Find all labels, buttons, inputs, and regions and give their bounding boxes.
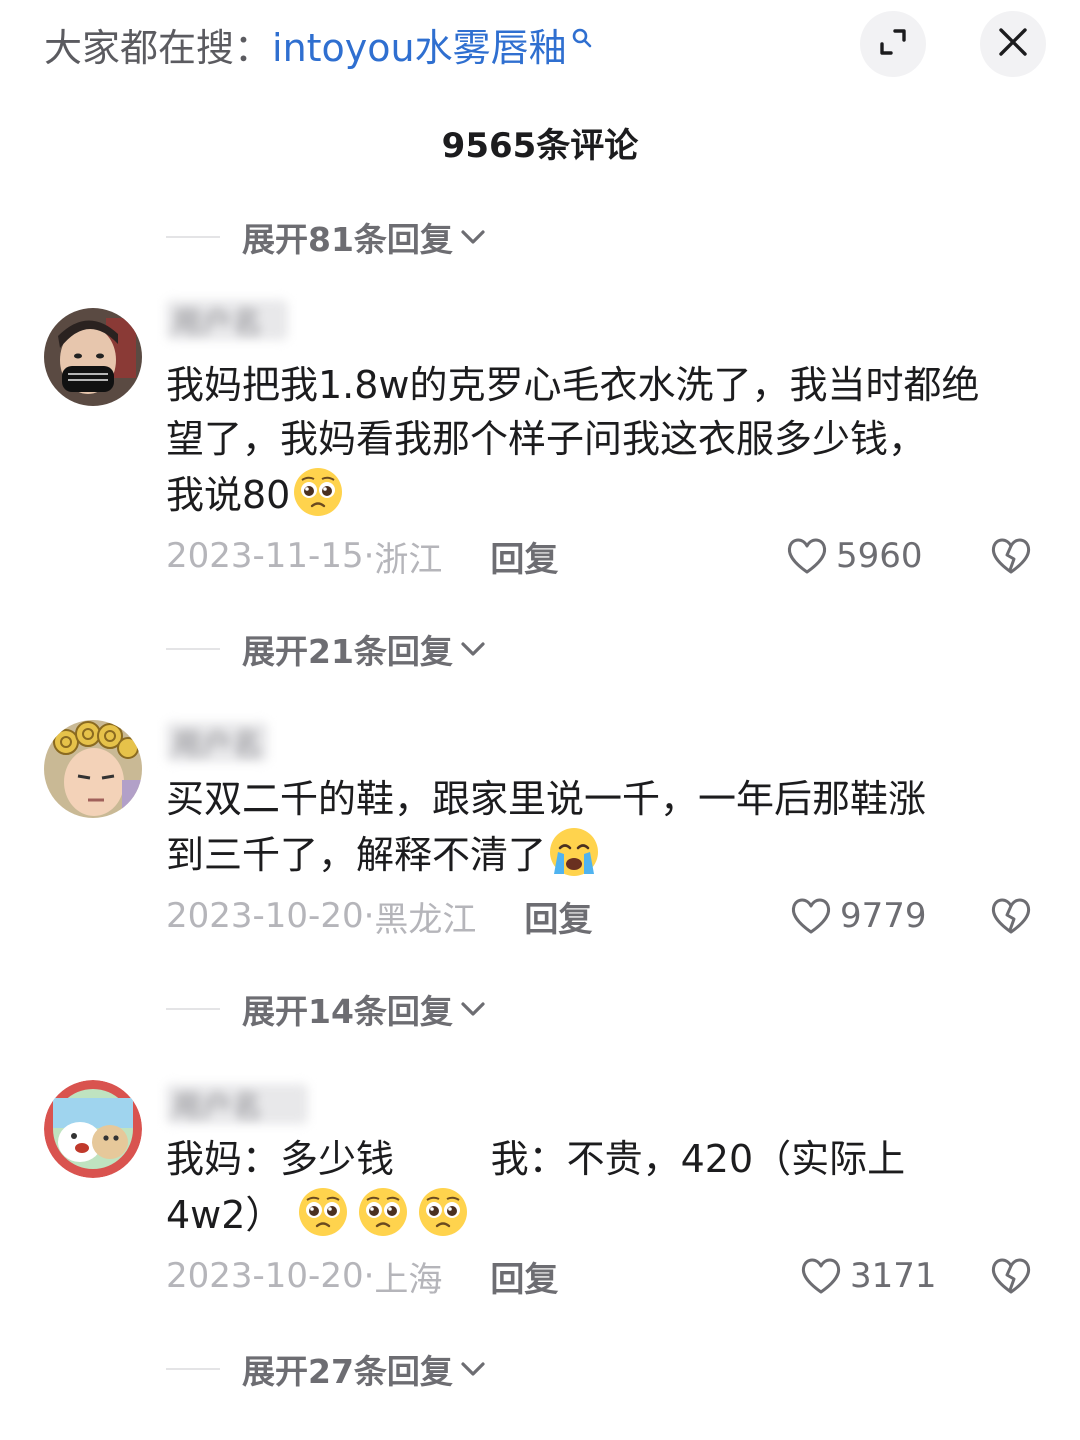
heart-icon xyxy=(791,898,831,934)
expand-replies-button[interactable]: 展开81条回复 xyxy=(166,212,487,262)
comment-text-line: 我妈把我1.8w的克罗心毛衣水洗了，我当时都绝 xyxy=(166,363,980,407)
search-suggestion-keyword[interactable]: intoyou水雾唇釉 xyxy=(272,17,567,72)
comment-text-line: 到三千了，解释不清了 xyxy=(166,826,1046,882)
expand-replies-label: 展开81条回复 xyxy=(242,220,453,259)
like-button[interactable]: 5960 xyxy=(786,531,923,581)
expand-replies-label: 展开21条回复 xyxy=(242,632,453,671)
chevron-down-icon xyxy=(459,999,487,1023)
broken-heart-icon xyxy=(991,538,1031,574)
username[interactable]: 用户名 xyxy=(166,1084,308,1125)
expand-replies-button[interactable]: 展开27条回复 xyxy=(166,1344,487,1394)
search-suggestion[interactable]: 大家都在搜： intoyou水雾唇釉 xyxy=(44,18,593,70)
avatar[interactable] xyxy=(44,308,142,406)
expand-replies-label: 展开14条回复 xyxy=(242,992,453,1031)
reply-button[interactable]: 回复 xyxy=(490,1252,558,1301)
chevron-down-icon xyxy=(459,639,487,663)
comment-location: 黑龙江 xyxy=(374,899,477,940)
comment-text-fragment: 到三千了，解释不清了 xyxy=(166,833,547,877)
like-count: 5960 xyxy=(836,536,923,576)
like-count: 9779 xyxy=(840,896,927,936)
expand-icon xyxy=(876,25,910,63)
expand-replies-button[interactable]: 展开14条回复 xyxy=(166,984,487,1034)
divider-line xyxy=(166,236,220,238)
dislike-button[interactable] xyxy=(986,1251,1036,1301)
pleading-face-emoji-icon xyxy=(359,1188,408,1236)
search-suggestion-prefix: 大家都在搜： xyxy=(44,25,273,70)
like-count: 3171 xyxy=(850,1256,937,1296)
crying-face-emoji-icon xyxy=(550,828,599,876)
expand-button[interactable] xyxy=(860,11,926,77)
comment-text-line: 4w2） xyxy=(166,1186,1046,1242)
chevron-down-icon xyxy=(459,1359,487,1383)
username[interactable]: 用户名 xyxy=(166,722,268,763)
dislike-button[interactable] xyxy=(986,531,1036,581)
broken-heart-icon xyxy=(991,898,1031,934)
divider-line xyxy=(166,648,220,650)
comment-meta: 2023-11-15 · 浙江 回复 xyxy=(166,531,558,581)
meta-separator: · xyxy=(363,536,375,576)
reply-button[interactable]: 回复 xyxy=(524,892,592,941)
comment-date: 2023-10-20 xyxy=(166,896,364,936)
expand-replies-label: 展开27条回复 xyxy=(242,1352,453,1391)
comment-count-title: 9565条评论 xyxy=(441,126,639,166)
close-icon xyxy=(997,26,1029,62)
like-button[interactable]: 9779 xyxy=(790,891,927,941)
pleading-face-emoji-icon xyxy=(299,1188,348,1236)
top-bar: 大家都在搜： intoyou水雾唇釉 xyxy=(0,0,1080,90)
close-button[interactable] xyxy=(980,11,1046,77)
comment-text-line: 我妈：多少钱 我：不贵，420（实际上 xyxy=(166,1137,906,1181)
comment-text-line: 买双二千的鞋，跟家里说一千，一年后那鞋涨 xyxy=(166,777,927,821)
comment-text-line: 望了，我妈看我那个样子问我这衣服多少钱， xyxy=(166,417,927,461)
chevron-down-icon xyxy=(459,227,487,251)
reply-button[interactable]: 回复 xyxy=(490,532,558,581)
heart-icon xyxy=(787,538,827,574)
comment-location: 浙江 xyxy=(374,539,443,580)
comment-meta: 2023-10-20 · 黑龙江 回复 xyxy=(166,891,592,941)
comment-text-fragment: 4w2） xyxy=(166,1193,284,1237)
broken-heart-icon xyxy=(991,1258,1031,1294)
comment-text: 我妈：多少钱 我：不贵，420（实际上 4w2） xyxy=(166,1132,1046,1242)
heart-icon xyxy=(801,1258,841,1294)
meta-separator: · xyxy=(363,1256,375,1296)
avatar[interactable] xyxy=(44,1080,142,1178)
divider-line xyxy=(166,1368,220,1370)
comment-meta: 2023-10-20 · 上海 回复 xyxy=(166,1251,558,1301)
comment-text: 买双二千的鞋，跟家里说一千，一年后那鞋涨 到三千了，解释不清了 xyxy=(166,772,1046,882)
expand-replies-button[interactable]: 展开21条回复 xyxy=(166,624,487,674)
meta-separator: · xyxy=(363,896,375,936)
username[interactable]: 用户名 xyxy=(166,300,288,341)
dislike-button[interactable] xyxy=(986,891,1036,941)
comment-location: 上海 xyxy=(374,1259,443,1300)
comment-date: 2023-10-20 xyxy=(166,1256,364,1296)
comment-text-fragment: 我说80 xyxy=(166,473,291,517)
pleading-face-emoji-icon xyxy=(419,1188,468,1236)
comment-text: 我妈把我1.8w的克罗心毛衣水洗了，我当时都绝 望了，我妈看我那个样子问我这衣服… xyxy=(166,358,1046,522)
like-button[interactable]: 3171 xyxy=(800,1251,937,1301)
comment-date: 2023-11-15 xyxy=(166,536,364,576)
pleading-face-emoji-icon xyxy=(294,468,343,516)
comment-text-line: 我说80 xyxy=(166,466,1046,522)
search-icon xyxy=(571,14,593,58)
divider-line xyxy=(166,1008,220,1010)
avatar[interactable] xyxy=(44,720,142,818)
